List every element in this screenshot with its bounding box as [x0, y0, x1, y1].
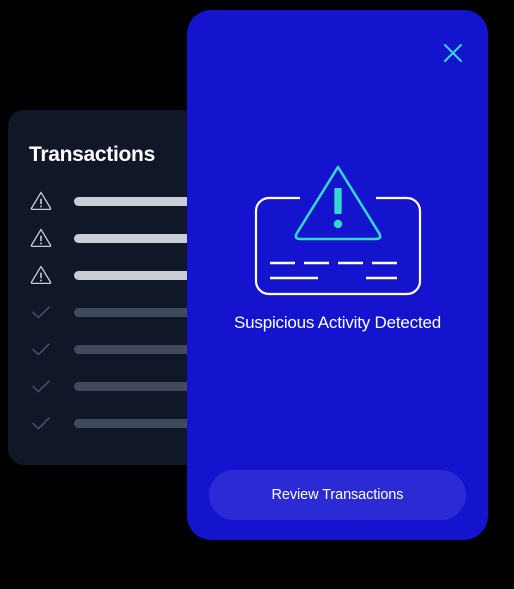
check-icon: [32, 417, 50, 430]
credit-card-icon: [254, 165, 421, 296]
check-icon: [32, 380, 50, 393]
warning-triangle-icon: [30, 228, 52, 248]
close-icon: [444, 44, 462, 62]
check-icon: [32, 306, 50, 319]
modal-headline: Suspicious Activity Detected: [234, 313, 441, 332]
credit-card-warning-illustration: [187, 150, 488, 310]
review-transactions-button[interactable]: Review Transactions: [209, 470, 466, 520]
warning-triangle-icon: [30, 265, 52, 285]
warning-triangle-icon: [30, 191, 52, 211]
suspicious-activity-modal: Suspicious Activity Detected Review Tran…: [187, 10, 488, 540]
page-title: Transactions: [29, 143, 155, 166]
screen-root: Transactions Suspicious Activity Detecte…: [0, 0, 514, 589]
warning-triangle-icon: [294, 165, 381, 241]
check-icon: [32, 343, 50, 356]
close-button[interactable]: [436, 36, 470, 70]
